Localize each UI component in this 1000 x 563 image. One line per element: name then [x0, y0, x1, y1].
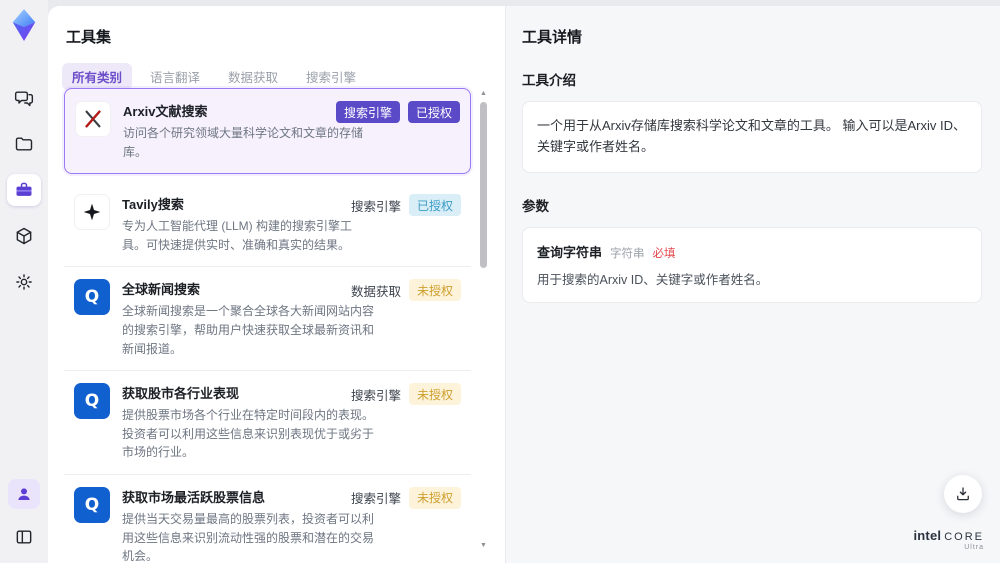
brand-core: CORE — [944, 531, 984, 544]
param-box: 查询字符串 字符串 必填 用于搜索的Arxiv ID、关键字或作者姓名。 — [522, 226, 982, 303]
tavily-logo-icon — [74, 194, 110, 231]
category-tabs: 所有类别 语言翻译 数据获取 搜索引擎 — [62, 63, 505, 90]
intro-text: 一个用于从Arxiv存储库搜索科学论文和文章的工具。 输入可以是Arxiv ID… — [537, 118, 967, 154]
tool-description: 提供股票市场各个行业在特定时间段内的表现。投资者可以利用这些信息来识别表现优于或… — [122, 408, 375, 460]
auth-badge: 已授权 — [408, 194, 461, 217]
app-logo-icon — [12, 9, 36, 41]
tab-search-engine[interactable]: 搜索引擎 — [296, 63, 366, 90]
list-scrollbar[interactable]: ▲ ▼ — [479, 90, 488, 549]
chat-icon — [14, 91, 34, 107]
main-content: 工具集 所有类别 语言翻译 数据获取 搜索引擎 Arxiv文献搜索 访问各个研究… — [48, 6, 1000, 563]
sidebar-item-files[interactable] — [7, 128, 41, 160]
intel-core-logo: intel CORE Ultra — [913, 529, 984, 551]
tool-card-tavily[interactable]: Tavily搜索 专为人工智能代理 (LLM) 构建的搜索引擎工具。可快速提供实… — [64, 182, 471, 268]
intro-box: 一个用于从Arxiv存储库搜索科学论文和文章的工具。 输入可以是Arxiv ID… — [522, 101, 982, 173]
auth-badge: 未授权 — [408, 279, 461, 302]
sidebar-item-tools[interactable] — [7, 174, 41, 206]
sidebar-item-packages[interactable] — [7, 220, 41, 252]
category-label: 数据获取 — [350, 284, 401, 299]
app-rail — [0, 0, 48, 563]
tool-name: Tavily搜索 — [122, 197, 184, 213]
category-label: 搜索引擎 — [350, 492, 401, 507]
tab-all-categories[interactable]: 所有类别 — [62, 63, 133, 90]
download-icon — [957, 487, 969, 501]
param-type: 字符串 — [610, 247, 645, 260]
param-required-badge: 必填 — [652, 247, 676, 260]
tool-description: 提供当天交易量最高的股票列表，投资者可以利用这些信息来识别流动性强的股票和潜在的… — [122, 511, 375, 563]
detail-title: 工具详情 — [522, 29, 583, 46]
tool-name: 全球新闻搜索 — [122, 282, 201, 298]
auth-badge: 未授权 — [408, 486, 461, 509]
tab-data-fetch[interactable]: 数据获取 — [218, 63, 288, 90]
news-q-logo-icon: Q — [74, 383, 110, 420]
scroll-up-icon[interactable]: ▲ — [479, 90, 488, 97]
tool-list-panel: 工具集 所有类别 语言翻译 数据获取 搜索引擎 Arxiv文献搜索 访问各个研究… — [48, 6, 505, 563]
tool-list: Arxiv文献搜索 访问各个研究领域大量科学论文和文章的存储库。 搜索引擎 已授… — [64, 88, 471, 563]
folder-icon — [15, 137, 33, 151]
tool-card-most-active-stocks[interactable]: Q 获取市场最活跃股票信息 提供当天交易量最高的股票列表，投资者可以利用这些信息… — [64, 475, 471, 563]
tool-card-arxiv[interactable]: Arxiv文献搜索 访问各个研究领域大量科学论文和文章的存储库。 搜索引擎 已授… — [64, 88, 471, 175]
scroll-down-icon[interactable]: ▼ — [479, 542, 488, 549]
arxiv-logo-icon — [75, 101, 111, 137]
panel-toggle-icon — [16, 530, 32, 544]
page-title: 工具集 — [66, 29, 112, 46]
sidebar-item-account[interactable] — [8, 479, 40, 509]
tab-language-translation[interactable]: 语言翻译 — [140, 63, 210, 90]
tool-name: 获取市场最活跃股票信息 — [122, 489, 266, 505]
tool-card-sector-performance[interactable]: Q 获取股市各行业表现 提供股票市场各个行业在特定时间段内的表现。投资者可以利用… — [64, 371, 471, 475]
tool-card-global-news[interactable]: Q 全球新闻搜索 全球新闻搜索是一个聚合全球各大新闻网站内容的搜索引擎，帮助用户… — [64, 267, 471, 372]
cube-icon — [16, 227, 32, 245]
sidebar-item-chat[interactable] — [7, 82, 41, 114]
category-label: 搜索引擎 — [350, 388, 401, 403]
param-name: 查询字符串 — [537, 244, 603, 260]
sidebar-item-panel-toggle[interactable] — [7, 521, 41, 553]
tool-description: 专为人工智能代理 (LLM) 构建的搜索引擎工具。可快速提供实时、准确和真实的结… — [122, 219, 353, 252]
news-q-logo-icon: Q — [74, 279, 110, 316]
news-q-logo-icon: Q — [74, 486, 110, 523]
toolbox-icon — [16, 182, 32, 196]
intro-heading: 工具介绍 — [522, 73, 576, 88]
auth-badge: 已授权 — [407, 101, 460, 123]
user-icon — [18, 488, 30, 500]
sidebar-item-settings[interactable] — [7, 266, 41, 298]
brand-sub: Ultra — [964, 543, 984, 551]
tool-description: 全球新闻搜索是一个聚合全球各大新闻网站内容的搜索引擎，帮助用户快速获取全球最新资… — [122, 304, 375, 356]
auth-badge: 未授权 — [408, 383, 461, 406]
tool-name: 获取股市各行业表现 — [122, 386, 240, 402]
gear-icon — [16, 274, 32, 290]
scrollbar-thumb[interactable] — [480, 102, 487, 268]
param-description: 用于搜索的Arxiv ID、关键字或作者姓名。 — [537, 272, 769, 287]
download-button[interactable] — [944, 475, 982, 513]
tool-description: 访问各个研究领域大量科学论文和文章的存储库。 — [123, 126, 364, 159]
params-heading: 参数 — [522, 198, 549, 214]
category-badge: 搜索引擎 — [335, 101, 400, 123]
tool-detail-panel: 工具详情 工具介绍 一个用于从Arxiv存储库搜索科学论文和文章的工具。 输入可… — [505, 6, 1000, 563]
category-label: 搜索引擎 — [350, 199, 401, 214]
brand-intel: intel — [913, 528, 942, 544]
